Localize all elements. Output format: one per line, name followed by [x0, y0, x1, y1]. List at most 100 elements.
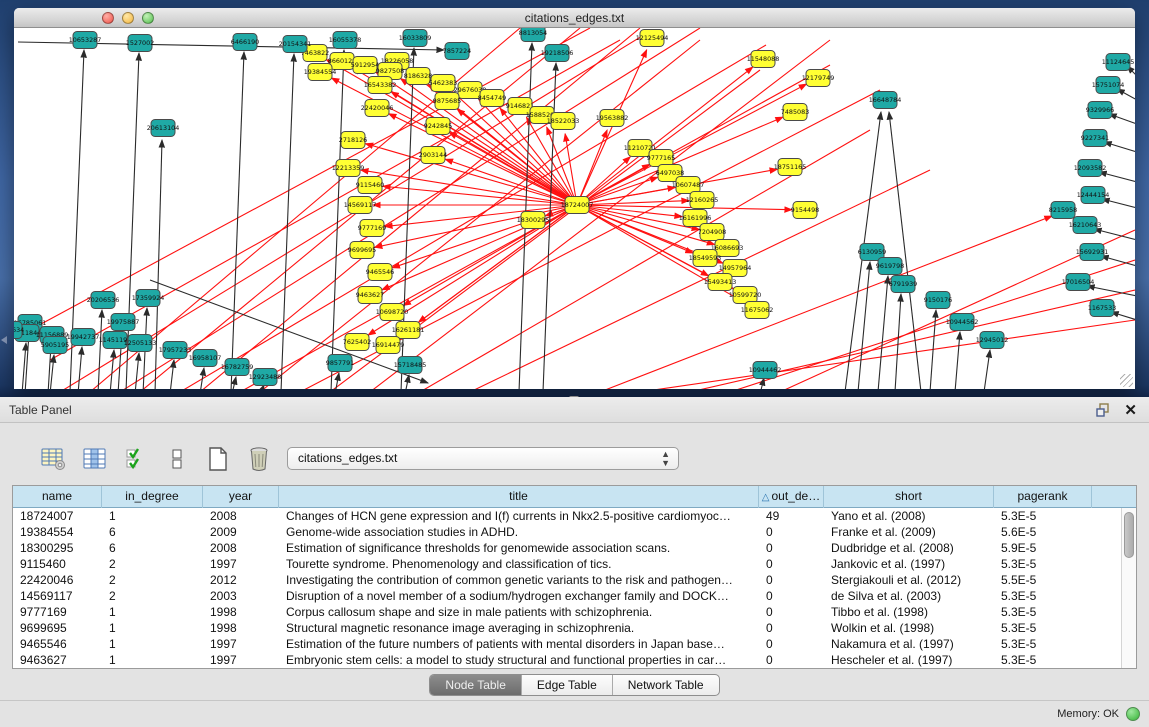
graph-node[interactable]: 7485083 [781, 104, 809, 121]
graph-node[interactable]: 9699695 [348, 242, 376, 259]
table-row[interactable]: 946362711997Embryonic stem cells: a mode… [13, 652, 1136, 668]
graph-edge[interactable] [1087, 286, 1135, 296]
table-row[interactable]: 1938455462009Genome-wide association stu… [13, 524, 1136, 540]
graph-node[interactable]: 16055378 [329, 32, 362, 49]
graph-node[interactable]: 16210643 [1069, 217, 1102, 234]
column-header-title[interactable]: title [279, 486, 759, 508]
graph-node[interactable]: 10944462 [749, 362, 782, 379]
table-column-icon[interactable] [81, 445, 109, 473]
row-height-icon[interactable] [163, 445, 191, 473]
graph-edge[interactable] [1101, 256, 1135, 266]
graph-edge[interactable] [600, 216, 1052, 389]
graph-node[interactable]: 17957233 [159, 342, 192, 359]
graph-node[interactable]: 10698720 [376, 304, 409, 321]
graph-node[interactable]: 9242845 [424, 118, 452, 135]
column-header-out_de[interactable]: △out_de… [759, 486, 824, 508]
graph-edge[interactable] [640, 320, 1135, 389]
graph-node[interactable]: 20613104 [147, 120, 180, 137]
network-canvas[interactable]: 1872400718300295746382286601285912954182… [14, 28, 1135, 389]
window-titlebar[interactable]: citations_edges.txt [14, 8, 1135, 28]
graph-node[interactable]: 10607487 [672, 177, 705, 194]
graph-node[interactable]: 8215958 [1049, 202, 1077, 219]
graph-node[interactable]: 6466190 [231, 34, 259, 51]
graph-node[interactable]: 19942737 [67, 329, 100, 346]
graph-node[interactable]: 9619798 [876, 258, 904, 275]
graph-node[interactable]: 20154341 [279, 36, 312, 53]
graph-node[interactable]: 10653287 [69, 32, 102, 49]
graph-node[interactable]: 1527002 [126, 35, 154, 52]
graph-node[interactable]: 18751165 [774, 159, 807, 176]
graph-edge[interactable] [375, 205, 577, 247]
graph-node[interactable]: 11124645 [1102, 54, 1135, 71]
graph-edge[interactable] [1099, 172, 1135, 182]
graph-node[interactable]: 9777169 [358, 220, 386, 237]
graph-node[interactable]: 9875685 [433, 93, 461, 110]
graph-node[interactable]: 11548088 [747, 51, 780, 68]
graph-node[interactable]: 17359924 [132, 290, 165, 307]
graph-edge[interactable] [232, 377, 236, 389]
graph-node[interactable]: 16648784 [869, 92, 902, 109]
table-row[interactable]: 2242004622012Investigating the contribut… [13, 572, 1136, 588]
graph-node[interactable]: 12160265 [686, 192, 719, 209]
column-header-year[interactable]: year [203, 486, 279, 508]
graph-node[interactable]: 16914479 [372, 337, 405, 354]
graph-edge[interactable] [1094, 229, 1135, 240]
column-header-pagerank[interactable]: pagerank [994, 486, 1092, 508]
graph-node[interactable]: 12505133 [124, 335, 157, 352]
graph-edge[interactable] [1109, 114, 1135, 124]
graph-node[interactable]: 12093582 [1074, 160, 1107, 177]
graph-node[interactable]: 9150176 [924, 292, 952, 309]
graph-node[interactable]: 15493413 [704, 274, 737, 291]
graph-edge[interactable] [110, 350, 114, 389]
graph-node[interactable]: 9463627 [356, 287, 384, 304]
graph-node[interactable]: 9329966 [1086, 102, 1114, 119]
graph-node[interactable]: 9465546 [366, 264, 394, 281]
graph-node[interactable]: 12923488 [249, 369, 282, 386]
table-row[interactable]: 1872400712008Changes of HCN gene express… [13, 508, 1136, 524]
table-row[interactable]: 1830029562008Estimation of significance … [13, 540, 1136, 556]
graph-node[interactable]: 10599720 [729, 287, 762, 304]
graph-edge[interactable] [389, 114, 577, 205]
graph-edge[interactable] [1104, 142, 1135, 152]
graph-node[interactable]: 15692931 [1076, 244, 1109, 261]
table-row[interactable]: 969969511998Structural magnetic resonanc… [13, 620, 1136, 636]
table-row[interactable]: 1456911722003Disruption of a novel membe… [13, 588, 1136, 604]
graph-node[interactable]: 8813054 [519, 28, 547, 42]
graph-node[interactable]: 7857224 [443, 43, 471, 60]
delete-icon[interactable] [245, 445, 273, 473]
graph-edge[interactable] [577, 201, 689, 205]
graph-edge[interactable] [170, 360, 174, 389]
graph-node[interactable]: 18522033 [547, 113, 580, 130]
graph-edge[interactable] [150, 280, 428, 383]
graph-node[interactable]: 8454749 [478, 90, 506, 107]
column-header-in_degree[interactable]: in_degree [102, 486, 203, 508]
graph-edge[interactable] [577, 50, 647, 205]
graph-node[interactable]: 18724007 [561, 197, 594, 214]
graph-node[interactable]: 16543382 [364, 77, 397, 94]
graph-node[interactable]: 12444154 [1077, 187, 1110, 204]
graph-node[interactable]: 19384554 [304, 64, 337, 81]
new-file-icon[interactable] [204, 445, 232, 473]
graph-node[interactable]: 18300295 [517, 212, 550, 229]
graph-edge[interactable] [889, 112, 921, 389]
graph-node[interactable]: 16261181 [392, 322, 425, 339]
graph-node[interactable]: 1167533 [1088, 300, 1116, 317]
graph-node[interactable]: 15751074 [1092, 77, 1125, 94]
graph-node[interactable]: 19975887 [107, 314, 140, 331]
select-columns-icon[interactable] [122, 445, 150, 473]
table-row[interactable]: 946554611997Estimation of the future num… [13, 636, 1136, 652]
graph-edge[interactable] [895, 294, 901, 389]
graph-edge[interactable] [50, 40, 620, 360]
graph-node[interactable]: 9115460 [356, 177, 384, 194]
graph-node[interactable]: 19218506 [541, 45, 574, 62]
graph-edge[interactable] [878, 276, 888, 389]
graph-node[interactable]: 9857791 [326, 355, 354, 372]
graph-edge[interactable] [955, 332, 960, 389]
graph-node[interactable]: 17016504 [1062, 274, 1095, 291]
table-row[interactable]: 977716911998Corpus callosum shape and si… [13, 604, 1136, 620]
tab-network-table[interactable]: Network Table [613, 675, 719, 695]
graph-node[interactable]: 11675062 [741, 302, 774, 319]
graph-node[interactable]: 9154498 [791, 202, 819, 219]
table-settings-icon[interactable] [40, 445, 68, 473]
table-scrollbar-thumb[interactable] [1124, 512, 1134, 558]
